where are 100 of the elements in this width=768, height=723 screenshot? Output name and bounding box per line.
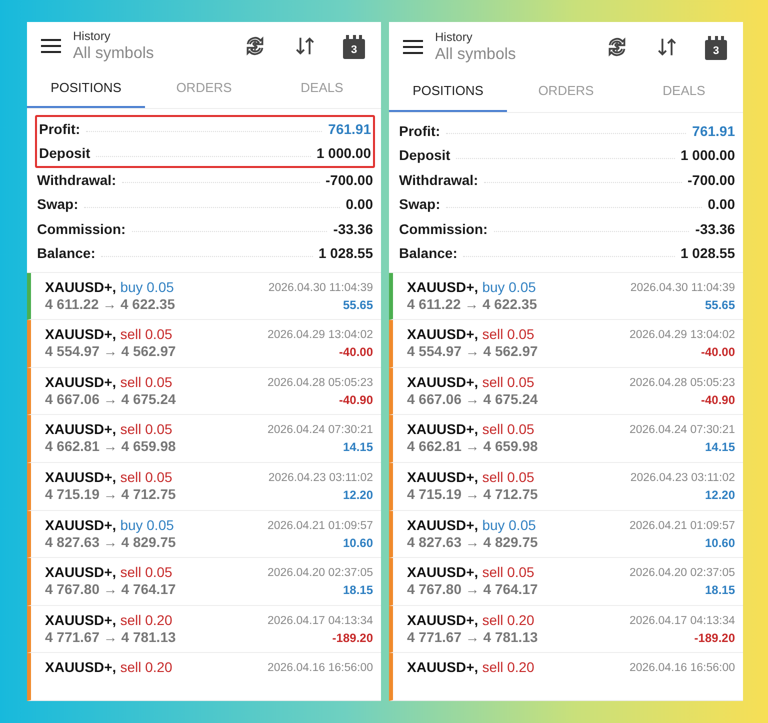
summary-value: -33.36 [695,220,735,237]
menu-icon[interactable] [403,40,423,54]
menu-icon[interactable] [41,38,61,53]
summary-value: 0.00 [346,196,373,212]
deal-time: 2026.04.20 02:37:05 [629,567,735,580]
deal-side: buy 0.05 [482,516,536,533]
deal-profit: 10.60 [704,536,735,550]
deal-row[interactable]: XAUUSD+, sell 0.20 2026.04.16 16:56:00 [27,653,381,701]
summary-label: Profit: [399,122,440,139]
deal-side: sell 0.05 [120,564,172,580]
deal-symbol: XAUUSD+, [45,469,116,486]
deal-row[interactable]: XAUUSD+, sell 0.05 4 662.81 → 4 659.98 2026.04.24 07:30:21 14.15 [389,415,743,464]
screen-title: History [73,28,112,43]
deal-side: sell 0.20 [482,612,534,628]
deal-profit: 18.15 [342,583,373,598]
deal-row[interactable]: XAUUSD+, buy 0.05 4 827.63 → 4 829.75 2026.04.21 01:09:57 10.60 [389,510,743,558]
deal-row[interactable]: XAUUSD+, sell 0.05 4 767.80 → 4 764.17 2026.04.20 02:37:05 18.15 [27,558,381,606]
deal-prices: 4 611.22 → 4 622.35 [45,296,175,312]
deal-side: sell 0.05 [120,469,172,486]
deal-profit: -189.20 [693,630,735,645]
deal-profit: 14.15 [342,440,373,454]
deal-side: sell 0.05 [482,374,534,390]
deal-symbol: XAUUSD+, [45,659,116,676]
deal-side: sell 0.20 [120,659,172,676]
deal-time: 2026.04.17 04:13:34 [267,614,373,627]
deal-time: 2026.04.28 05:05:23 [267,376,373,389]
currency-sync-icon [244,34,266,57]
deal-symbol: XAUUSD+, [45,564,116,580]
deal-prices: 4 715.19 → 4 712.75 [45,486,176,502]
deal-row[interactable]: XAUUSD+, sell 0.05 4 554.97 → 4 562.97 2026.04.29 13:04:02 -40.00 [27,320,381,368]
deal-time: 2026.04.24 07:30:21 [267,424,373,436]
deal-time: 2026.04.16 16:56:00 [629,662,735,674]
deal-row[interactable]: XAUUSD+, sell 0.20 4 771.67 → 4 781.13 2026.04.17 04:13:34 -189.20 [27,606,381,654]
deal-profit: 12.20 [704,488,735,502]
deal-side: buy 0.05 [482,278,536,295]
deal-symbol: XAUUSD+, [45,326,116,342]
deal-row[interactable]: XAUUSD+, sell 0.20 2026.04.16 16:56:00 [389,653,743,701]
deal-side: sell 0.05 [120,421,172,438]
deal-symbol: XAUUSD+, [45,612,116,628]
deal-time: 2026.04.28 05:05:23 [629,376,735,389]
deal-profit: 55.65 [342,298,373,312]
deal-side: buy 0.05 [120,278,174,295]
deal-side: sell 0.05 [120,374,172,390]
deal-prices: 4 715.19 → 4 712.75 [407,486,538,502]
deal-symbol: XAUUSD+, [407,516,478,533]
deal-symbol: XAUUSD+, [45,278,116,295]
deal-row[interactable]: XAUUSD+, sell 0.05 4 715.19 → 4 712.75 2026.04.23 03:11:02 12.20 [389,463,743,511]
deal-profit: 55.65 [704,298,735,312]
deal-time: 2026.04.29 13:04:02 [629,329,735,342]
deal-time: 2026.04.23 03:11:02 [630,472,735,484]
deal-prices: 4 554.97 → 4 562.97 [407,343,538,360]
summary-value: -33.36 [333,220,373,237]
deal-row[interactable]: XAUUSD+, sell 0.05 4 767.80 → 4 764.17 2026.04.20 02:37:05 18.15 [389,558,743,606]
summary-value: -700.00 [326,172,373,188]
summary-value: 1 000.00 [680,147,735,164]
deal-profit: -40.90 [338,392,373,407]
summary-value: 761.91 [692,122,735,139]
deal-symbol: XAUUSD+, [407,469,478,486]
screen-title: History [435,30,474,44]
deal-row[interactable]: XAUUSD+, sell 0.20 4 771.67 → 4 781.13 2026.04.17 04:13:34 -189.20 [389,606,743,654]
summary-label: Balance: [399,245,458,262]
deal-prices: 4 662.81 → 4 659.98 [45,438,176,454]
deal-prices: 4 771.67 → 4 781.13 [45,628,176,645]
summary-value: 761.91 [328,120,371,137]
tab[interactable]: POSITIONS [389,71,507,112]
deal-side: sell 0.05 [482,326,534,342]
deal-side: sell 0.05 [482,469,534,486]
summary-label: Swap: [37,196,78,212]
deal-row[interactable]: XAUUSD+, buy 0.05 4 611.22 → 4 622.35 2026.04.30 11:04:39 55.65 [389,272,743,320]
summary-label: Balance: [37,245,96,262]
summary-label: Withdrawal: [399,172,478,188]
symbol-filter[interactable]: All symbols [435,46,587,64]
summary-label: Swap: [399,196,440,212]
deal-profit: -40.90 [700,392,735,407]
summary-value: -700.00 [688,172,735,188]
deal-time: 2026.04.21 01:09:57 [267,520,373,532]
deal-row[interactable]: XAUUSD+, buy 0.05 4 611.22 → 4 622.35 2026.04.30 11:04:39 55.65 [27,272,381,320]
deal-symbol: XAUUSD+, [45,374,116,390]
tab[interactable]: POSITIONS [27,69,145,108]
deal-time: 2026.04.24 07:30:21 [629,424,735,436]
deal-symbol: XAUUSD+, [407,659,478,676]
deal-symbol: XAUUSD+, [407,278,478,295]
deal-symbol: XAUUSD+, [407,421,478,438]
summary-label: Deposit [399,147,450,164]
deal-prices: 4 667.06 → 4 675.24 [45,390,176,407]
deal-row[interactable]: XAUUSD+, sell 0.05 4 667.06 → 4 675.24 2026.04.28 05:05:23 -40.90 [27,368,381,416]
summary-value: 1 000.00 [316,145,371,162]
deal-row[interactable]: XAUUSD+, sell 0.05 4 667.06 → 4 675.24 2026.04.28 05:05:23 -40.90 [389,368,743,416]
deal-row[interactable]: XAUUSD+, buy 0.05 4 827.63 → 4 829.75 2026.04.21 01:09:57 10.60 [27,510,381,558]
deal-row[interactable]: XAUUSD+, sell 0.05 4 662.81 → 4 659.98 2026.04.24 07:30:21 14.15 [27,415,381,464]
deal-side: sell 0.05 [482,564,534,580]
symbol-filter[interactable]: All symbols [73,44,225,63]
deal-prices: 4 667.06 → 4 675.24 [407,390,538,407]
summary-label: Deposit [39,145,90,162]
deal-row[interactable]: XAUUSD+, sell 0.05 4 554.97 → 4 562.97 2026.04.29 13:04:02 -40.00 [389,320,743,368]
deal-profit: -40.00 [338,345,373,360]
summary-label: Commission: [399,220,488,237]
deal-time: 2026.04.29 13:04:02 [267,329,373,342]
deal-time: 2026.04.16 16:56:00 [267,662,373,674]
deal-row[interactable]: XAUUSD+, sell 0.05 4 715.19 → 4 712.75 2026.04.23 03:11:02 12.20 [27,463,381,511]
